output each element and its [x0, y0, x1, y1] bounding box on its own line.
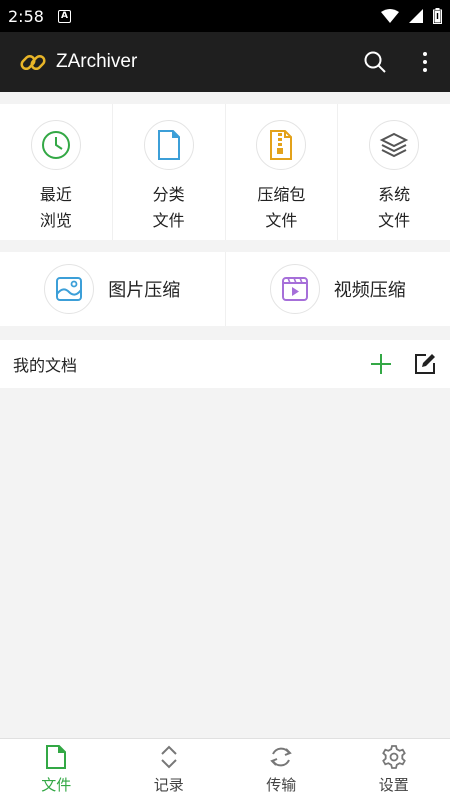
image-compress-label: 图片压缩	[108, 280, 181, 301]
document-icon	[157, 130, 180, 160]
app-bar: ZArchiver	[0, 32, 450, 92]
wifi-icon	[381, 9, 399, 23]
my-documents-header: 我的文档	[0, 340, 450, 388]
search-button[interactable]	[350, 37, 400, 87]
more-options-button[interactable]	[400, 37, 450, 87]
tile-label-line2: 浏览	[39, 211, 72, 230]
clock-icon	[41, 131, 70, 159]
archive-file-icon	[270, 130, 293, 160]
nav-transfer[interactable]: 传输	[225, 739, 338, 800]
tile-label-line1: 压缩包	[257, 185, 306, 204]
video-compress-button[interactable]: 视频压缩	[226, 252, 450, 326]
gear-icon	[381, 745, 406, 769]
compress-tools-row: 图片压缩 视频压缩	[0, 252, 450, 326]
tile-label-line1: 最近	[39, 185, 72, 204]
my-documents-title: 我的文档	[13, 356, 78, 375]
zarchiver-logo-icon	[20, 54, 46, 71]
image-icon	[56, 277, 83, 301]
tile-label-line2: 文件	[152, 211, 185, 230]
app-title: ZArchiver	[56, 51, 138, 72]
nav-history-label: 记录	[153, 776, 184, 794]
edit-documents-button[interactable]	[406, 344, 444, 384]
system-files-tile[interactable]: 系统 文件	[338, 104, 450, 240]
bottom-navigation: 文件 记录 传输 设置	[0, 738, 450, 800]
layers-icon	[379, 132, 409, 158]
sync-icon	[270, 747, 293, 767]
nav-transfer-label: 传输	[266, 776, 297, 794]
signal-icon	[409, 9, 423, 23]
category-files-tile[interactable]: 分类 文件	[113, 104, 226, 240]
recent-browse-tile[interactable]: 最近 浏览	[0, 104, 113, 240]
plus-icon	[371, 354, 391, 374]
tile-label-line1: 系统	[378, 185, 411, 204]
tile-label-line2: 文件	[265, 211, 298, 230]
nav-history[interactable]: 记录	[113, 739, 226, 800]
search-icon	[364, 51, 386, 73]
battery-icon	[433, 8, 442, 24]
nav-settings-label: 设置	[378, 776, 409, 794]
status-time: 2:58	[8, 6, 44, 26]
edit-icon	[415, 354, 435, 374]
more-vert-icon	[423, 52, 427, 72]
add-document-button[interactable]	[362, 344, 400, 384]
nav-settings[interactable]: 设置	[338, 739, 450, 800]
tile-label-line2: 文件	[378, 211, 411, 230]
tile-label-line1: 分类	[152, 185, 185, 204]
chevrons-up-down-icon	[161, 745, 177, 769]
status-bar: 2:58 A	[0, 0, 450, 32]
notification-icon: A	[57, 9, 71, 23]
quick-access-grid: 最近 浏览 分类 文件 压缩包 文件 系统 文件	[0, 104, 450, 240]
my-documents-list	[0, 388, 450, 738]
image-compress-button[interactable]: 图片压缩	[0, 252, 226, 326]
archive-files-tile[interactable]: 压缩包 文件	[226, 104, 339, 240]
nav-files[interactable]: 文件	[0, 739, 113, 800]
video-compress-label: 视频压缩	[333, 280, 406, 301]
video-icon	[281, 277, 308, 301]
file-icon	[46, 745, 67, 769]
nav-files-label: 文件	[41, 776, 72, 794]
